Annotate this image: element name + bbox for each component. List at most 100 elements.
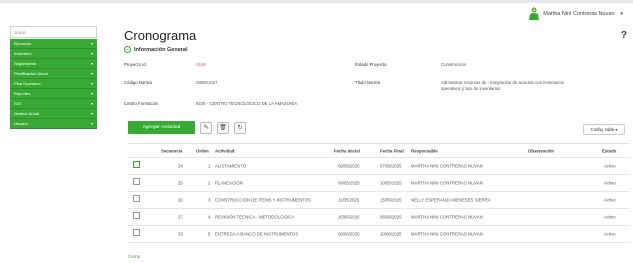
cell-estado: Activo <box>604 180 616 186</box>
sidebar-item[interactable]: Usuario ▾ <box>10 119 97 129</box>
codigo-norma-label: Código Norma <box>124 80 152 85</box>
sidebar: Inicio Ejecucion ▾ Inventario ▾ Seguimient… <box>10 26 97 129</box>
row-checkbox[interactable] <box>133 195 140 202</box>
titulo-norma-label: Título Norma <box>355 80 380 85</box>
cell-responsable: NELLY ESPERANZA MENESES SIERRA <box>411 197 491 203</box>
row-checkbox[interactable] <box>133 178 140 185</box>
header-orden[interactable]: Orden <box>196 148 209 153</box>
cell-estado: Activo <box>604 197 616 203</box>
cell-orden: 3 <box>208 197 211 203</box>
chevron-down-icon: ▾ <box>90 81 93 86</box>
cell-fecha-final: 10/06/2025 <box>380 231 402 237</box>
chevron-down-icon: ▾ <box>90 121 93 126</box>
row-checkbox[interactable] <box>133 212 140 219</box>
section-header: − Información General <box>124 46 624 53</box>
cell-estado: Activo <box>604 163 616 169</box>
row-checkbox[interactable] <box>133 229 140 236</box>
cell-estado: Activo <box>604 231 616 237</box>
cell-orden: 2 <box>208 180 211 186</box>
header-fecha-inicial[interactable]: Fecha Inicial <box>334 148 360 153</box>
cell-secuencia: 27 <box>178 214 183 220</box>
sidebar-item-label: Gestion Anual <box>14 111 39 116</box>
estado-proyecto-label: Estado Proyecto <box>355 62 387 67</box>
sidebar-item-label: Plan Operativo <box>14 81 41 86</box>
chevron-down-icon: ▾ <box>90 91 93 96</box>
codigo-norma-value: 280601027 <box>196 80 218 85</box>
user-name: Martha Nini Contreras Nuvan <box>543 10 615 17</box>
toolbar: Agregar Actividad ✎ 🗑 ↻ <box>128 121 246 134</box>
sidebar-item[interactable]: Ejecucion ▾ <box>10 39 97 49</box>
header-secuencia[interactable]: Secuencia <box>161 148 182 153</box>
cell-orden: 1 <box>208 163 211 169</box>
sidebar-home[interactable]: Inicio <box>10 26 97 38</box>
top-bar <box>0 0 633 3</box>
table-header: Secuencia Orden Actividad Fecha Inicial … <box>128 144 630 158</box>
edit-icon[interactable]: ✎ <box>200 121 212 134</box>
header-fecha-final[interactable]: Fecha Final <box>380 148 404 153</box>
header-actividad[interactable]: Actividad <box>215 148 234 153</box>
cell-actividad: CONSTRUCCIÓN DE ÍTEMS Y INSTRUMENTOS <box>215 197 311 203</box>
history-icon[interactable]: ↻ <box>234 121 246 134</box>
cell-responsable: MARTHA NINI CONTRERAS NUVAN <box>411 214 483 220</box>
delete-icon[interactable]: 🗑 <box>217 121 229 134</box>
chevron-down-icon: ▾ <box>90 41 93 46</box>
cell-orden: 5 <box>208 231 211 237</box>
cell-fecha-inicial: 11/05/2025 <box>338 197 360 203</box>
cell-fecha-inicial: 09/05/2025 <box>338 163 360 169</box>
cell-secuencia: 25 <box>178 180 183 186</box>
collapse-icon[interactable]: − <box>124 46 131 53</box>
table-row[interactable]: 26 3 CONSTRUCCIÓN DE ÍTEMS Y INSTRUMENTO… <box>128 192 630 209</box>
table-row[interactable]: 25 2 PLANEACIÓN 09/05/2025 10/05/2025 MA… <box>128 175 630 192</box>
header-responsable[interactable]: Responsable <box>411 148 438 153</box>
cell-fecha-final: 06/06/2025 <box>380 214 402 220</box>
sidebar-item[interactable]: Inventario ▾ <box>10 49 97 59</box>
add-activity-button[interactable]: Agregar Actividad <box>128 121 195 134</box>
sidebar-item-label: Reportes <box>14 91 31 96</box>
sidebar-item[interactable]: Gestion Anual ▾ <box>10 109 97 119</box>
cell-fecha-inicial: 15/05/2025 <box>338 214 360 220</box>
cell-responsable: MARTHA NINI CONTRERAS NUVAN <box>411 231 483 237</box>
cell-actividad: PLANEACIÓN <box>215 180 243 186</box>
sidebar-item[interactable]: SGI ▾ <box>10 99 97 109</box>
cell-orden: 4 <box>208 214 211 220</box>
cell-actividad: ENTREGA A BANCO DE INSTRUMENTOS <box>215 231 299 237</box>
cell-actividad: REVISIÓN TÉCNICA - METODOLÓGICA <box>215 214 295 220</box>
cell-secuencia: 24 <box>178 163 183 169</box>
cell-estado: Activo <box>604 214 616 220</box>
header-observacion[interactable]: Observación <box>528 148 554 153</box>
chevron-down-icon: ▾ <box>90 71 93 76</box>
sidebar-item-label: Seguimiento <box>14 61 37 66</box>
sidebar-item-label: Planificacion Anual <box>14 71 48 76</box>
cell-fecha-final: 07/05/2025 <box>380 163 402 169</box>
proyecto-id-label: Proyecto Id <box>124 62 146 67</box>
table-row[interactable]: 28 5 ENTREGA A BANCO DE INSTRUMENTOS 06/… <box>128 226 630 243</box>
config-table-button[interactable]: Config. tabla ▾ <box>583 124 625 135</box>
estado-proyecto-value: Construcción <box>441 62 467 67</box>
table-row[interactable]: 27 4 REVISIÓN TÉCNICA - METODOLÓGICA 15/… <box>128 209 630 226</box>
header-estado[interactable]: Estado <box>602 148 616 153</box>
user-avatar-icon <box>529 7 540 20</box>
centro-formacion-value: 9226 - CENTRO TECNOLÓGICO DE LA AMAZONÍA <box>196 101 298 106</box>
main-content: Cronograma − Información General <box>124 28 624 53</box>
close-button[interactable]: Cerrar <box>128 254 141 259</box>
table-row[interactable]: 24 1 ALISTAMIENTO 09/05/2025 07/05/2025 … <box>128 158 630 175</box>
sidebar-item[interactable]: Seguimiento ▾ <box>10 59 97 69</box>
chevron-down-icon: ▾ <box>620 10 623 17</box>
sidebar-item[interactable]: Plan Operativo ▾ <box>10 79 97 89</box>
cell-responsable: MARTHA NINI CONTRERAS NUVAN <box>411 180 483 186</box>
sidebar-item-label: SGI <box>14 101 21 106</box>
section-title: Información General <box>134 46 188 53</box>
sidebar-item-label: Ejecucion <box>14 41 32 46</box>
titulo-norma-value-line2: operativos y tipo de inventarios <box>441 86 501 91</box>
user-menu[interactable]: Martha Nini Contreras Nuvan ▾ <box>529 7 623 20</box>
row-checkbox[interactable] <box>133 161 140 168</box>
cell-fecha-final: 10/05/2025 <box>380 180 402 186</box>
sidebar-item[interactable]: Planificacion Anual ▾ <box>10 69 97 79</box>
chevron-down-icon: ▾ <box>90 101 93 106</box>
sidebar-item[interactable]: Reportes ▾ <box>10 89 97 99</box>
chevron-down-icon: ▾ <box>90 111 93 116</box>
cell-secuencia: 26 <box>178 197 183 203</box>
cell-fecha-inicial: 09/05/2025 <box>338 180 360 186</box>
titulo-norma-value-line1: Administrar recursos de - integración de… <box>441 80 565 85</box>
cell-secuencia: 28 <box>178 231 183 237</box>
